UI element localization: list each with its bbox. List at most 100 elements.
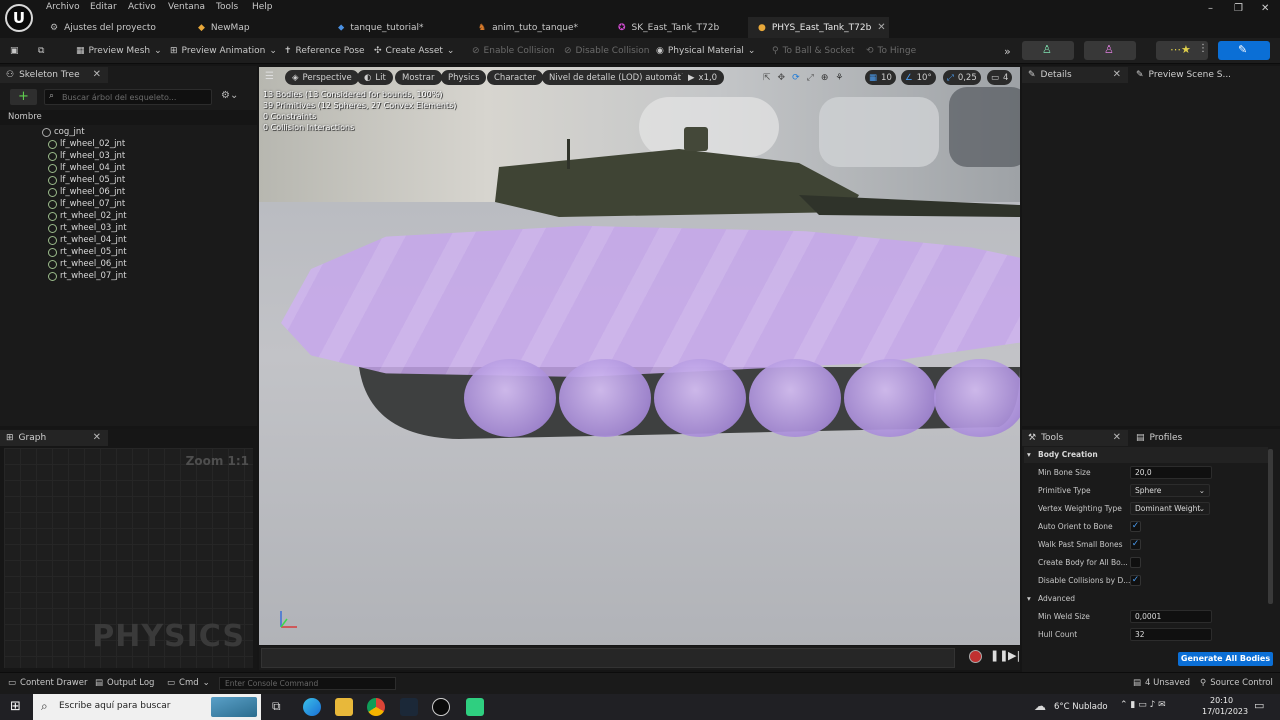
app-icon[interactable]: [466, 698, 484, 716]
rotate-icon[interactable]: ⟳: [792, 73, 800, 83]
to-ball-socket-button[interactable]: ⚲ To Ball & Socket: [772, 43, 854, 59]
record-icon[interactable]: [969, 650, 982, 663]
notification-icon[interactable]: ▭: [1254, 699, 1264, 712]
generate-all-bodies-button[interactable]: Generate All Bodies: [1178, 652, 1273, 666]
details-tab[interactable]: ✎ Details ✕: [1022, 67, 1128, 83]
sphere-body[interactable]: [464, 359, 556, 437]
scale-icon[interactable]: ⤢: [807, 73, 814, 83]
camera-speed-button[interactable]: ▭ 4: [987, 70, 1013, 85]
walk-past-checkbox[interactable]: ✓: [1130, 539, 1141, 550]
physical-material-button[interactable]: ◉ Physical Material ⌄: [656, 43, 755, 59]
bone-row[interactable]: rt_wheel_04_jnt: [48, 235, 127, 245]
tree-settings-icon[interactable]: ⚙⌄: [221, 90, 238, 101]
expand-toolbar-icon[interactable]: »: [1004, 43, 1011, 59]
close-tab-icon[interactable]: ✕: [877, 22, 893, 33]
perspective-button[interactable]: ◈ Perspective: [285, 70, 359, 85]
skeleton-search-input[interactable]: ⌕ Buscar árbol del esqueleto...: [44, 89, 212, 105]
browse-icon[interactable]: ⧉: [38, 43, 44, 59]
create-all-checkbox[interactable]: [1130, 557, 1141, 568]
graph-tab[interactable]: ⊞ Graph ✕: [0, 430, 108, 446]
advanced-section[interactable]: ▾ Advanced: [1024, 590, 1268, 608]
maximize-icon[interactable]: ❐: [1234, 3, 1243, 14]
bone-row[interactable]: rt_wheel_03_jnt: [48, 223, 127, 233]
bone-row[interactable]: rt_wheel_05_jnt: [48, 247, 127, 257]
lit-button[interactable]: ◐ Lit: [357, 70, 393, 85]
sphere-body[interactable]: [844, 359, 936, 437]
weather-label[interactable]: 6°C Nublado: [1054, 702, 1108, 712]
lod-button[interactable]: Nivel de detalle (LOD) automático: [542, 70, 701, 85]
primitive-type-dropdown[interactable]: Sphere ⌄: [1130, 484, 1210, 497]
sphere-body[interactable]: [934, 359, 1020, 437]
clock-date[interactable]: 17/01/2023: [1202, 707, 1248, 716]
grid-snap-button[interactable]: ▦ 10: [865, 70, 896, 85]
tab-anim-tuto-tanque[interactable]: ♞ anim_tuto_tanque*: [468, 17, 608, 38]
menu-editar[interactable]: Editar: [90, 2, 117, 12]
unsaved-button[interactable]: ▤ 4 Unsaved: [1133, 678, 1190, 688]
bone-row[interactable]: rt_wheel_07_jnt: [48, 271, 127, 281]
unreal-logo-icon[interactable]: U: [5, 4, 33, 32]
tab-tanque-tutorial[interactable]: ⬥ tanque_tutorial*: [328, 17, 468, 38]
sphere-body[interactable]: [559, 359, 651, 437]
tab-newmap[interactable]: ◆ NewMap: [188, 17, 328, 38]
close-panel-icon[interactable]: ✕: [1113, 432, 1121, 443]
bone-row[interactable]: lf_wheel_07_jnt: [48, 199, 125, 209]
tab-sk-east-tank[interactable]: ✪ SK_East_Tank_T72b: [608, 17, 748, 38]
minimize-icon[interactable]: –: [1208, 3, 1213, 14]
bone-row[interactable]: lf_wheel_03_jnt: [48, 151, 125, 161]
tools-scrollbar[interactable]: [1268, 449, 1273, 604]
steam-icon[interactable]: [400, 698, 418, 716]
bone-row[interactable]: rt_wheel_02_jnt: [48, 211, 127, 221]
task-view-icon[interactable]: ⧉: [272, 699, 281, 714]
timeline-track[interactable]: [261, 648, 955, 668]
play-button[interactable]: ✎: [1218, 41, 1270, 60]
close-window-icon[interactable]: ✕: [1261, 3, 1269, 14]
preview-animation-button[interactable]: ⊞ Preview Animation ⌄: [170, 43, 277, 59]
tab-project-settings[interactable]: ⚙ Ajustes del proyecto: [40, 17, 180, 38]
close-panel-icon[interactable]: ✕: [1113, 69, 1121, 80]
menu-ventana[interactable]: Ventana: [168, 2, 205, 12]
source-control-button[interactable]: ⚲ Source Control: [1200, 678, 1273, 688]
play-rate-button[interactable]: ▶ x1,0: [681, 70, 725, 85]
select-icon[interactable]: ⇱: [763, 73, 771, 83]
profiles-tab[interactable]: ▤ Profiles: [1130, 430, 1278, 446]
output-log-button[interactable]: ▤ Output Log: [95, 678, 154, 688]
pause-icon[interactable]: ❚❚: [990, 649, 1008, 662]
character-button[interactable]: Character: [487, 70, 543, 85]
preview-scene-tab[interactable]: ✎ Preview Scene S...: [1130, 67, 1278, 83]
edge-browser-icon[interactable]: [303, 698, 321, 716]
world-icon[interactable]: ⊕: [821, 73, 829, 83]
auto-orient-checkbox[interactable]: ✓: [1130, 521, 1141, 532]
bone-row[interactable]: rt_wheel_06_jnt: [48, 259, 127, 269]
console-input[interactable]: Enter Console Command: [219, 677, 396, 690]
bone-row[interactable]: lf_wheel_02_jnt: [48, 139, 125, 149]
tools-tab[interactable]: ⚒ Tools ✕: [1022, 430, 1128, 446]
create-asset-button[interactable]: ✣ Create Asset ⌄: [374, 43, 454, 59]
hull-count-input[interactable]: 32: [1130, 628, 1212, 641]
bone-row[interactable]: lf_wheel_06_jnt: [48, 187, 125, 197]
chrome-icon[interactable]: [367, 698, 385, 716]
disable-collisions-checkbox[interactable]: ✓: [1130, 575, 1141, 586]
mesh-mode-button[interactable]: ♙: [1084, 41, 1136, 60]
sphere-body[interactable]: [749, 359, 841, 437]
bone-root[interactable]: cog_jnt: [42, 127, 85, 137]
windows-start-icon[interactable]: ⊞: [10, 699, 21, 714]
vertex-weighting-dropdown[interactable]: Dominant Weight ⌄: [1130, 502, 1210, 515]
tray-icons[interactable]: ⌃ ▮ ▭ ♪ ✉: [1120, 700, 1166, 710]
to-hinge-button[interactable]: ⟲ To Hinge: [866, 43, 916, 59]
tab-phys-east-tank[interactable]: ● PHYS_East_Tank_T72b ✕: [748, 17, 889, 38]
bone-row[interactable]: lf_wheel_05_jnt: [48, 175, 125, 185]
preview-mesh-button[interactable]: ▦ Preview Mesh ⌄: [76, 43, 162, 59]
rotation-snap-button[interactable]: ∠ 10°: [901, 70, 936, 85]
body-creation-section[interactable]: ▾ Body Creation: [1024, 447, 1268, 463]
viewport-menu-icon[interactable]: ☰: [265, 71, 274, 82]
menu-archivo[interactable]: Archivo: [46, 2, 80, 12]
translate-icon[interactable]: ✥: [778, 73, 786, 83]
step-forward-icon[interactable]: ▶|: [1008, 649, 1020, 662]
menu-activo[interactable]: Activo: [128, 2, 156, 12]
content-drawer-button[interactable]: ▭ Content Drawer: [8, 678, 87, 688]
min-weld-input[interactable]: 0,0001: [1130, 610, 1212, 623]
save-icon[interactable]: ▣: [10, 43, 19, 59]
disable-collision-button[interactable]: ⊘ Disable Collision: [564, 43, 650, 59]
cmd-dropdown[interactable]: ▭ Cmd ⌄: [167, 678, 210, 688]
skeleton-tree-tab[interactable]: ⚇ Skeleton Tree ✕: [0, 67, 108, 83]
